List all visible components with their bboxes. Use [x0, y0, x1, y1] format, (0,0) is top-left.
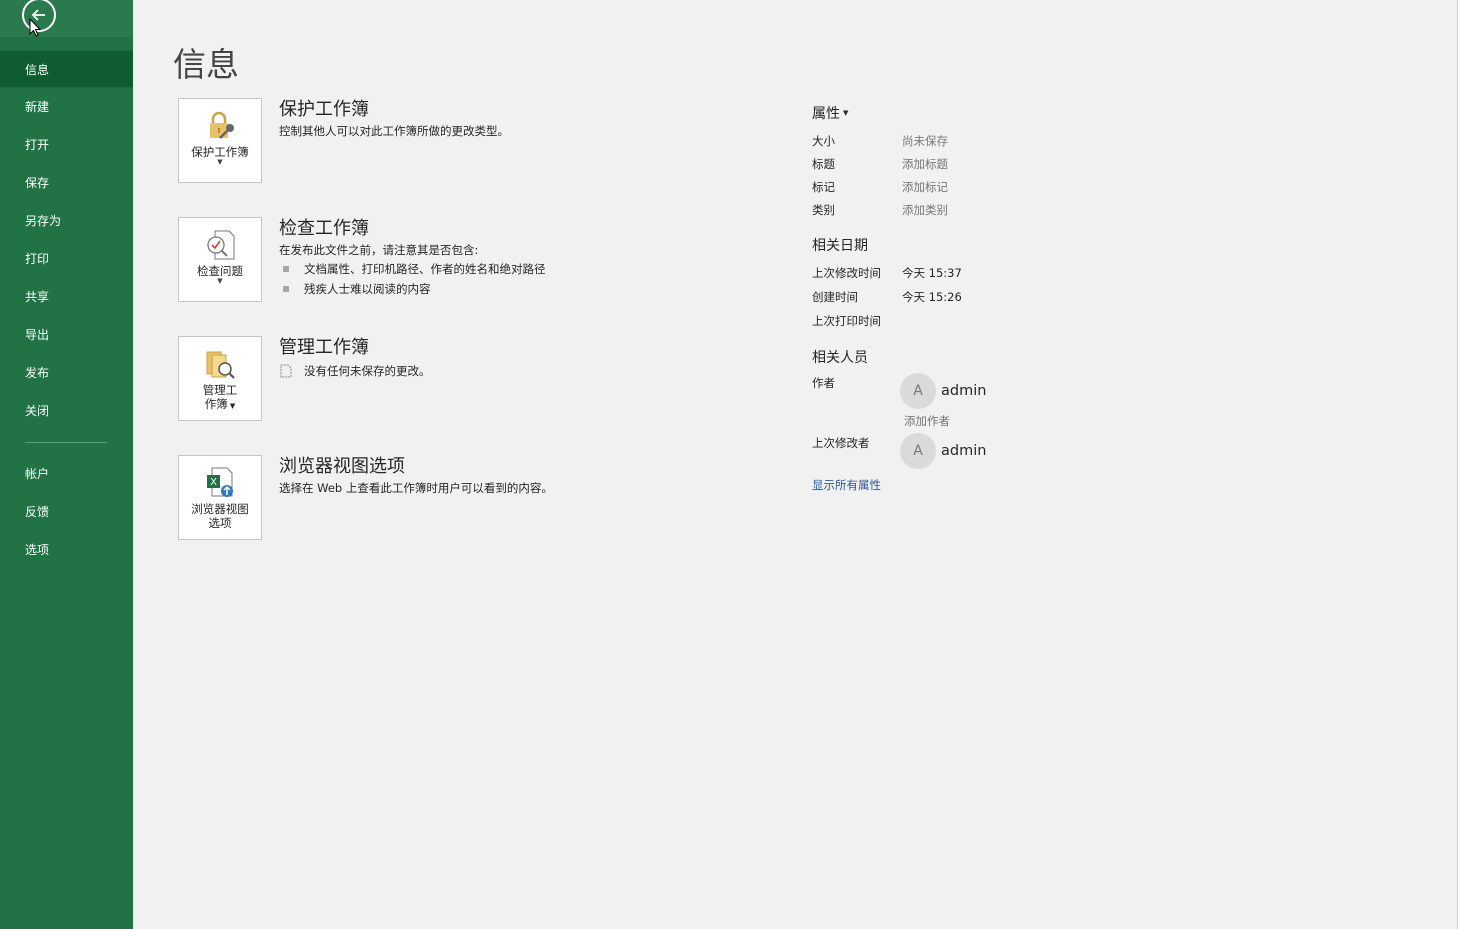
sidebar-item-save-as[interactable]: 另存为	[0, 202, 133, 240]
check-issues-button[interactable]: 检查问题 ▼	[178, 217, 262, 302]
section-title: 浏览器视图选项	[279, 456, 405, 477]
title-input[interactable]: 添加标题	[902, 156, 948, 172]
chevron-down-icon: ▼	[843, 109, 849, 117]
manage-label-line2: 作簿	[204, 397, 228, 411]
section-title: 检查工作簿	[279, 218, 369, 239]
property-row: 大小 尚未保存	[812, 129, 1132, 152]
inspect-bullet: 文档属性、打印机路径、作者的姓名和绝对路径	[279, 259, 546, 279]
section-title: 保护工作簿	[279, 99, 369, 120]
related-people-title: 相关人员	[812, 350, 868, 366]
section-title: 管理工作簿	[279, 337, 369, 358]
excel-web-icon: X	[207, 467, 233, 497]
manage-workbook-text: 管理工作簿 没有任何未保存的更改。	[279, 336, 431, 380]
sidebar-item-feedback[interactable]: 反馈	[0, 493, 133, 531]
protect-workbook-text: 保护工作簿 控制其他人可以对此工作簿所做的更改类型。	[279, 98, 509, 140]
modifier-key: 上次修改者	[812, 436, 870, 450]
date-row: 上次打印时间	[812, 309, 1132, 333]
svg-text:X: X	[210, 477, 217, 488]
backstage-sidebar: 信息 新建 打开 保存 另存为 打印 共享 导出 发布 关闭 帐户 反馈 选项	[0, 0, 133, 929]
chevron-down-icon: ▼	[217, 277, 223, 285]
sidebar-item-options[interactable]: 选项	[0, 531, 133, 569]
manage-versions-icon	[206, 351, 235, 379]
inspect-document-icon	[207, 230, 235, 260]
manage-workbook-button[interactable]: 管理工 作簿 ▼	[178, 336, 262, 421]
sidebar-item-export[interactable]: 导出	[0, 316, 133, 354]
modifier-name: admin	[941, 443, 987, 459]
document-icon	[280, 364, 292, 378]
sidebar-item-account[interactable]: 帐户	[0, 455, 133, 493]
author-row: 作者 A admin	[812, 373, 1132, 409]
sidebar-item-new[interactable]: 新建	[0, 88, 133, 126]
date-key: 创建时间	[812, 290, 858, 304]
page-title: 信息	[173, 45, 239, 84]
sidebar-item-close[interactable]: 关闭	[0, 392, 133, 430]
date-value: 今天 15:37	[902, 266, 962, 280]
related-dates-title: 相关日期	[812, 238, 868, 254]
browser-label-line2: 选项	[208, 516, 232, 530]
inspect-workbook-section: 检查问题 ▼ 检查工作簿 在发布此文件之前，请注意其是否包含: 文档属性、打印机…	[178, 217, 778, 303]
avatar: A	[900, 433, 936, 469]
author-key: 作者	[812, 376, 835, 390]
tags-input[interactable]: 添加标记	[902, 179, 948, 195]
property-key: 标记	[812, 179, 835, 194]
no-changes-row: 没有任何未保存的更改。	[279, 362, 431, 380]
author-person[interactable]: A admin	[900, 373, 986, 409]
date-key: 上次打印时间	[812, 314, 881, 328]
mouse-cursor-icon	[29, 18, 41, 37]
manage-workbook-label: 管理工 作簿 ▼	[202, 383, 238, 411]
inspect-workbook-text: 检查工作簿 在发布此文件之前，请注意其是否包含: 文档属性、打印机路径、作者的姓…	[279, 217, 546, 299]
protect-workbook-label: 保护工作簿	[191, 145, 249, 159]
section-description: 没有任何未保存的更改。	[304, 364, 431, 378]
show-all-properties-link[interactable]: 显示所有属性	[812, 477, 1132, 493]
avatar: A	[900, 373, 936, 409]
properties-dropdown[interactable]: 属性 ▼	[812, 103, 1132, 123]
property-key: 类别	[812, 202, 835, 217]
properties-header: 属性	[812, 106, 840, 122]
check-issues-label: 检查问题	[197, 264, 243, 278]
property-key: 大小	[812, 133, 835, 148]
property-key: 标题	[812, 156, 835, 171]
lock-key-icon	[210, 111, 234, 139]
date-value: 今天 15:26	[902, 290, 962, 304]
sidebar-item-share[interactable]: 共享	[0, 278, 133, 316]
sidebar-item-info[interactable]: 信息	[0, 50, 133, 88]
sidebar-item-print[interactable]: 打印	[0, 240, 133, 278]
property-row: 标题 添加标题	[812, 152, 1132, 175]
inspect-bullet: 残疾人士难以阅读的内容	[279, 279, 546, 299]
property-row: 类别 添加类别	[812, 198, 1132, 221]
section-description: 控制其他人可以对此工作簿所做的更改类型。	[279, 124, 509, 138]
manage-workbook-section: 管理工 作簿 ▼ 管理工作簿 没有任何未保存的更改。	[178, 336, 778, 422]
protect-workbook-button[interactable]: 保护工作簿 ▼	[178, 98, 262, 183]
section-description: 选择在 Web 上查看此工作簿时用户可以看到的内容。	[279, 481, 553, 495]
sidebar-divider	[25, 442, 107, 443]
sidebar-item-save[interactable]: 保存	[0, 164, 133, 202]
browser-label-line1: 浏览器视图	[191, 502, 249, 516]
property-value: 尚未保存	[902, 133, 948, 148]
info-pane: 信息 保护工作簿 ▼ 保护工作簿 控制其他人可以对此工作簿所做的更改类型。 检查…	[133, 0, 1458, 929]
browser-view-section: X 浏览器视图 选项 浏览器视图选项 选择在 Web 上查看此工作簿时用户可以看…	[178, 455, 778, 541]
date-key: 上次修改时间	[812, 266, 881, 280]
modifier-person[interactable]: A admin	[900, 433, 986, 469]
sidebar-item-publish[interactable]: 发布	[0, 354, 133, 392]
add-author-link[interactable]: 添加作者	[904, 409, 1132, 433]
category-input[interactable]: 添加类别	[902, 202, 948, 218]
modifier-row: 上次修改者 A admin	[812, 433, 1132, 469]
browser-view-text: 浏览器视图选项 选择在 Web 上查看此工作簿时用户可以看到的内容。	[279, 455, 553, 497]
date-row: 上次修改时间 今天 15:37	[812, 261, 1132, 285]
sidebar-nav: 信息 新建 打开 保存 另存为 打印 共享 导出 发布 关闭 帐户 反馈 选项	[0, 50, 133, 569]
author-name: admin	[941, 383, 987, 399]
sidebar-item-open[interactable]: 打开	[0, 126, 133, 164]
manage-label-line1: 管理工	[202, 383, 238, 397]
chevron-down-icon: ▼	[217, 158, 223, 166]
browser-view-options-button[interactable]: X 浏览器视图 选项	[178, 455, 262, 540]
back-area	[0, 0, 133, 37]
section-description: 在发布此文件之前，请注意其是否包含:	[279, 243, 479, 257]
protect-workbook-section: 保护工作簿 ▼ 保护工作簿 控制其他人可以对此工作簿所做的更改类型。	[178, 98, 778, 184]
property-row: 标记 添加标记	[812, 175, 1132, 198]
browser-view-label: 浏览器视图 选项	[191, 502, 249, 530]
properties-panel: 属性 ▼ 大小 尚未保存 标题 添加标题 标记 添加标记 类别 添加类别 相关日…	[812, 103, 1132, 493]
date-row: 创建时间 今天 15:26	[812, 285, 1132, 309]
